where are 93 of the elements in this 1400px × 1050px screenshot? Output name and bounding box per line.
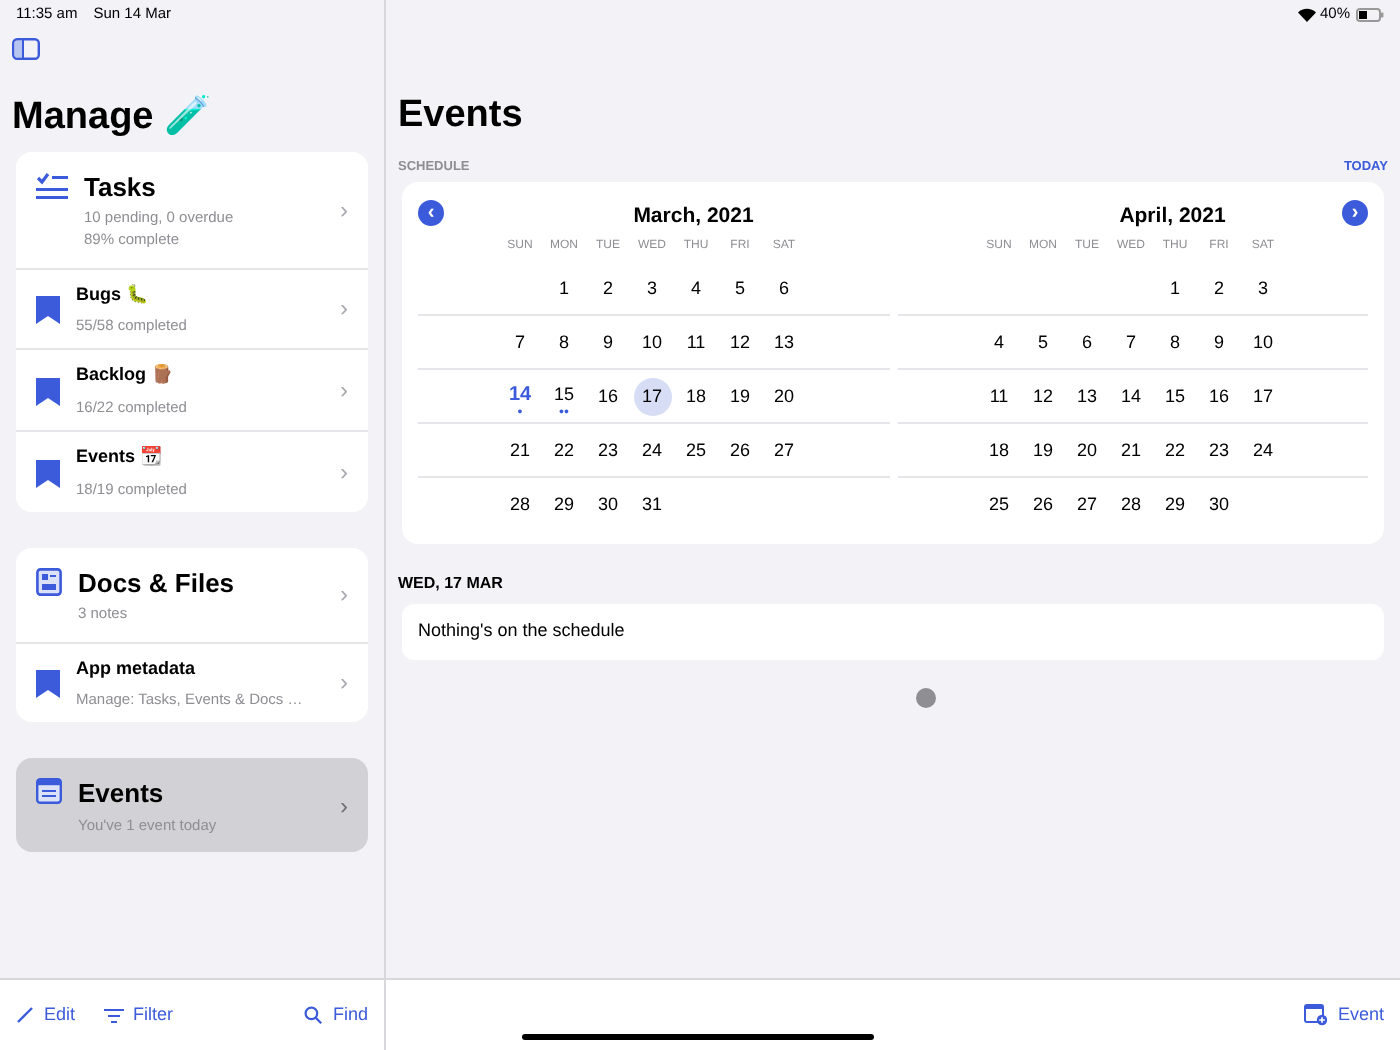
chevron-icon: › bbox=[340, 576, 348, 613]
calendar-day[interactable]: 20 bbox=[1068, 432, 1106, 471]
sidebar-title: Manage 🧪 bbox=[10, 93, 215, 142]
calendar-day[interactable]: 3 bbox=[633, 270, 671, 309]
calendar-day[interactable]: 13 bbox=[765, 324, 803, 363]
calendar-day[interactable]: 5 bbox=[1024, 324, 1062, 363]
calendar-day[interactable]: 2 bbox=[1200, 270, 1238, 309]
search-icon bbox=[304, 1006, 323, 1024]
chevron-icon: › bbox=[340, 453, 348, 490]
calendar-day[interactable]: 17 bbox=[1244, 378, 1282, 417]
calendar-day[interactable]: 4 bbox=[677, 270, 715, 309]
find-button[interactable]: Find bbox=[304, 1001, 368, 1029]
calendar-day[interactable]: 26 bbox=[1024, 486, 1062, 525]
calendar-day[interactable]: 31 bbox=[633, 486, 671, 525]
calendar-day[interactable]: 30 bbox=[589, 486, 627, 525]
calendar-day[interactable]: 3 bbox=[1244, 270, 1282, 309]
calendar-day[interactable]: 27 bbox=[765, 432, 803, 471]
loading-indicator-icon bbox=[916, 687, 936, 708]
calendar-day[interactable]: 17 bbox=[633, 378, 671, 417]
calendar-day[interactable]: 15 bbox=[1156, 378, 1194, 417]
calendar-day[interactable]: 10 bbox=[1244, 324, 1282, 363]
chevron-icon: › bbox=[340, 290, 348, 327]
chevron-icon: › bbox=[340, 191, 348, 227]
chevron-icon: › bbox=[340, 664, 348, 701]
pencil-icon bbox=[16, 1006, 34, 1024]
calendar-day[interactable]: 19 bbox=[721, 378, 759, 417]
calendar-day[interactable]: 4 bbox=[980, 324, 1018, 363]
next-month-button[interactable]: › bbox=[1342, 200, 1368, 227]
calendar-day[interactable]: 16 bbox=[1200, 378, 1238, 417]
edit-button[interactable]: Edit bbox=[16, 1001, 76, 1029]
calendar-day[interactable]: 10 bbox=[633, 324, 671, 363]
calendar-day[interactable]: 13 bbox=[1068, 378, 1106, 417]
month-title: March, 2021 bbox=[633, 204, 754, 229]
calendar-day[interactable]: 25 bbox=[677, 432, 715, 471]
bookmark-icon bbox=[36, 670, 60, 699]
calendar-day[interactable]: 19 bbox=[1024, 432, 1062, 471]
calendar-day[interactable]: 16 bbox=[589, 378, 627, 417]
calendar-day[interactable]: 1 bbox=[545, 270, 583, 309]
calendar-day[interactable]: 21 bbox=[501, 432, 539, 471]
calendar-day[interactable]: 29 bbox=[1156, 486, 1194, 525]
checklist-icon bbox=[36, 171, 68, 199]
calendar-day[interactable]: 26 bbox=[721, 432, 759, 471]
bookmark-icon bbox=[36, 296, 60, 325]
previous-month-button[interactable]: ‹ bbox=[418, 200, 444, 227]
battery-icon bbox=[1356, 7, 1384, 21]
calendar-day[interactable]: 23 bbox=[589, 432, 627, 471]
calendar-day[interactable]: 28 bbox=[1112, 486, 1150, 525]
calendar-day[interactable]: 14 bbox=[1112, 378, 1150, 417]
calendar-day[interactable]: 11 bbox=[677, 324, 715, 363]
filter-icon bbox=[103, 1007, 124, 1023]
calendar-day[interactable]: 9 bbox=[1200, 324, 1238, 363]
calendar-day[interactable]: 11 bbox=[980, 378, 1018, 417]
calendar-day[interactable]: 1 bbox=[1156, 270, 1194, 309]
calendar-day[interactable]: 30 bbox=[1200, 486, 1238, 525]
calendar-day[interactable]: 28 bbox=[501, 486, 539, 525]
page-title: Events bbox=[396, 92, 525, 140]
calendar-day[interactable]: 18 bbox=[980, 432, 1018, 471]
calendar-add-icon bbox=[1303, 1004, 1328, 1026]
calendar-icon bbox=[36, 778, 62, 805]
calendar-day[interactable]: 27 bbox=[1068, 486, 1106, 525]
calendar-day[interactable]: 20 bbox=[765, 378, 803, 417]
month-title: April, 2021 bbox=[1119, 204, 1226, 229]
calendar-day[interactable]: 12 bbox=[721, 324, 759, 363]
filter-button[interactable]: Filter bbox=[103, 1001, 174, 1029]
calendar-day[interactable]: 6 bbox=[1068, 324, 1106, 363]
calendar-day[interactable]: 5 bbox=[721, 270, 759, 309]
chevron-icon: › bbox=[340, 787, 348, 824]
bookmark-icon bbox=[36, 459, 60, 488]
calendar-day[interactable]: 12 bbox=[1024, 378, 1062, 417]
calendar-day[interactable]: 22 bbox=[545, 432, 583, 471]
calendar-day[interactable]: 21 bbox=[1112, 432, 1150, 471]
bookmark-icon bbox=[36, 378, 60, 407]
calendar-day[interactable]: 25 bbox=[980, 486, 1018, 525]
calendar-day[interactable]: 7 bbox=[501, 324, 539, 363]
document-icon bbox=[36, 567, 62, 596]
calendar-day[interactable]: 18 bbox=[677, 378, 715, 417]
calendar-day[interactable]: 23 bbox=[1200, 432, 1238, 471]
calendar-day[interactable]: 29 bbox=[545, 486, 583, 525]
calendar-day[interactable]: 22 bbox=[1156, 432, 1194, 471]
calendar-day[interactable]: 7 bbox=[1112, 324, 1150, 363]
new-event-button[interactable]: Event bbox=[1303, 1001, 1384, 1029]
chevron-icon: › bbox=[340, 372, 348, 409]
calendar-day[interactable]: 6 bbox=[765, 270, 803, 309]
calendar-day[interactable]: 9 bbox=[589, 324, 627, 363]
empty-schedule-message: Nothing's on the schedule bbox=[402, 604, 1384, 660]
calendar-day[interactable]: 8 bbox=[545, 324, 583, 363]
day-label: WED, 17 MAR bbox=[396, 572, 505, 597]
sidebar-toggle-icon[interactable] bbox=[12, 38, 40, 60]
calendar-day[interactable]: 24 bbox=[633, 432, 671, 471]
calendar-day[interactable]: 24 bbox=[1244, 432, 1282, 471]
calendar-day[interactable]: 2 bbox=[589, 270, 627, 309]
wifi-icon bbox=[1297, 7, 1316, 21]
calendar-day[interactable]: 8 bbox=[1156, 324, 1194, 363]
